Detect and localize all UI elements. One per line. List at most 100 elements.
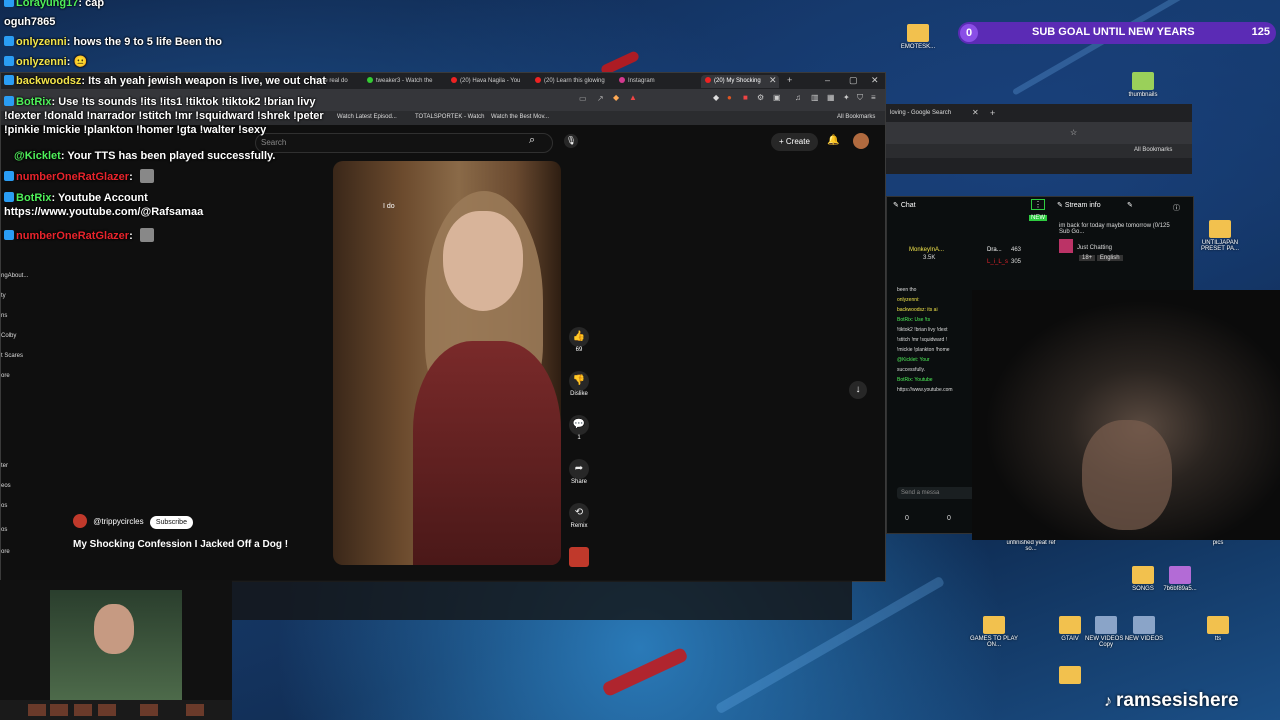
comments-button[interactable]: 💬 1 <box>561 415 597 441</box>
new-tab-icon[interactable]: + <box>990 108 995 118</box>
taskbar-app[interactable] <box>186 704 204 716</box>
maximize-icon[interactable]: ▢ <box>849 75 858 86</box>
sidebar-item[interactable]: ty <box>1 293 6 299</box>
sidebar-icon[interactable]: ▥ <box>811 93 819 102</box>
ext-icon[interactable]: ■ <box>743 93 748 102</box>
desktop-icon[interactable]: thumbnails <box>1115 72 1171 98</box>
next-video-icon[interactable]: ↓ <box>849 381 867 399</box>
taskbar-app[interactable] <box>98 704 116 716</box>
desktop-icon[interactable]: UNTILJAPAN PRESET PA... <box>1192 220 1248 252</box>
sidebar-item[interactable]: os <box>1 503 7 509</box>
sound-thumb[interactable] <box>561 547 597 567</box>
desktop-icon[interactable] <box>1042 666 1098 686</box>
viewer-b[interactable]: Dra... <box>987 247 1002 253</box>
bookmark-3[interactable]: Watch the Best Mov... <box>491 114 549 120</box>
video-title[interactable]: My Shocking Confession I Jacked Off a Do… <box>73 539 288 550</box>
edit-icon[interactable]: ✎ <box>1127 201 1133 209</box>
channel-name[interactable]: @trippycircles <box>93 517 143 526</box>
viewer-a-count: 3.5K <box>923 255 936 261</box>
thumbs-up-icon: 👍 <box>569 327 589 347</box>
share-button[interactable]: ➦ Share <box>561 459 597 485</box>
address-bar[interactable] <box>886 122 1192 144</box>
sidebar-item[interactable]: t Scares <box>1 353 23 359</box>
desktop-icon[interactable]: EMOTESK... <box>890 24 946 50</box>
subscribe-button[interactable]: Subscribe <box>149 516 193 529</box>
new-tab-icon[interactable]: + <box>787 75 792 85</box>
ext-icon[interactable]: ◆ <box>713 93 719 102</box>
minimize-icon[interactable]: – <box>825 75 830 85</box>
avatar[interactable] <box>853 133 869 149</box>
chat-tab[interactable]: ✎ Chat <box>893 201 916 209</box>
sidebar-item[interactable]: ns <box>1 313 7 319</box>
mic-icon[interactable]: 🎙 <box>564 134 578 148</box>
tab-5[interactable]: Instagram <box>619 75 695 88</box>
tab-2[interactable]: tweaker3 - Watch the <box>367 75 441 88</box>
more-icon[interactable]: ⋮ <box>1031 199 1045 210</box>
screen-icon[interactable]: ▭ <box>579 94 587 103</box>
chat-message: numberOneRatGlazer: <box>4 228 154 242</box>
like-button[interactable]: 👍 69 <box>561 327 597 353</box>
chat-message: Lorayung17: cap <box>4 0 104 9</box>
ext-icon[interactable]: ▣ <box>773 93 781 102</box>
channel-avatar[interactable] <box>73 514 87 528</box>
stream-info-tab[interactable]: ✎ Stream info <box>1057 201 1101 209</box>
ext-icon[interactable]: ⚙ <box>757 93 764 102</box>
google-browser-window[interactable]: loving - Google Search ✕ + ☆ All Bookmar… <box>886 104 1192 174</box>
chat-message: backwoodsz: Its ah yeah jewish weapon is… <box>4 75 326 87</box>
close-window-icon[interactable]: ✕ <box>871 75 879 86</box>
send-message-input[interactable]: Send a messa <box>897 487 977 499</box>
desktop-icon[interactable]: 7b6bf89a5... <box>1152 566 1208 592</box>
sidebar-item[interactable]: ngAbout... <box>1 273 28 279</box>
goal-target: 125 <box>1251 26 1270 38</box>
desktop-icon[interactable]: unfinished yeat ref so... <box>1003 540 1059 552</box>
close-tab-icon[interactable]: ✕ <box>769 75 777 86</box>
chat-message: https://www.youtube.com/@Rafsamaa <box>4 206 204 218</box>
brave-icon[interactable]: ◆ <box>613 93 619 102</box>
bell-icon[interactable]: 🔔 <box>827 135 839 146</box>
desktop-icon[interactable]: NEW VIDEOS <box>1116 616 1172 642</box>
ext-icon[interactable]: ✦ <box>843 93 850 102</box>
taskbar-app[interactable] <box>50 704 68 716</box>
create-button[interactable]: + Create <box>771 133 818 151</box>
share-icon[interactable]: ↗ <box>597 94 604 103</box>
sidebar-item[interactable]: ter <box>1 463 8 469</box>
ext-icon[interactable]: ▦ <box>827 93 835 102</box>
google-tab[interactable]: loving - Google Search <box>890 110 951 116</box>
taskbar-app[interactable] <box>140 704 158 716</box>
sidebar-item[interactable]: ore <box>1 549 10 555</box>
taskbar-app[interactable] <box>74 704 92 716</box>
tab-4[interactable]: (20) Learn this glowing <box>535 75 611 88</box>
info-icon[interactable]: ⓘ <box>1173 203 1180 213</box>
sidebar-item[interactable]: Colby <box>1 333 16 339</box>
viewer-c[interactable]: L_i_L_s <box>987 259 1008 265</box>
youtube-browser-window[interactable]: these real do tweaker3 - Watch the (20) … <box>0 72 886 582</box>
desktop-icon[interactable]: pics <box>1190 540 1246 546</box>
shorts-video-player[interactable]: I do <box>333 161 561 565</box>
vpn-icon[interactable]: ⛉ <box>857 93 863 103</box>
sidebar-item[interactable]: os <box>1 527 7 533</box>
menu-icon[interactable]: ≡ <box>871 93 876 102</box>
ext-icon[interactable]: ● <box>727 93 732 102</box>
music-icon[interactable]: ♫ <box>795 93 801 102</box>
viewer-a[interactable]: MonkeyInA... <box>909 247 944 253</box>
chat-message: BotRix: Use !ts sounds !its !its1 !tikto… <box>4 96 324 136</box>
rewards-icon[interactable]: ▲ <box>629 93 637 102</box>
bookmark-1[interactable]: Watch Latest Episod... <box>337 114 397 120</box>
remix-button[interactable]: ⟲ Remix <box>561 503 597 529</box>
video-thumbnail[interactable] <box>50 590 182 700</box>
sidebar-item[interactable]: ore <box>1 373 10 379</box>
all-bookmarks[interactable]: All Bookmarks <box>1134 147 1172 153</box>
sidebar-item[interactable]: eos <box>1 483 11 489</box>
close-tab-icon[interactable]: ✕ <box>972 108 979 117</box>
dislike-button[interactable]: 👎 Dislike <box>561 371 597 397</box>
desktop-icon[interactable]: tts <box>1190 616 1246 642</box>
taskbar-app[interactable] <box>28 704 46 716</box>
channel-row: @trippycircles Subscribe <box>73 514 193 529</box>
tab-active[interactable]: (20) My Shocking <box>701 75 779 88</box>
desktop-icon[interactable]: GAMES TO PLAY ON... <box>966 616 1022 648</box>
tab-3[interactable]: (20) Hava Nagila - You <box>451 75 527 88</box>
all-bookmarks[interactable]: All Bookmarks <box>837 114 875 120</box>
search-icon[interactable]: ⌕ <box>529 134 535 147</box>
star-icon[interactable]: ☆ <box>1070 128 1077 137</box>
bookmark-2[interactable]: TOTALSPORTEK - Watch <box>415 114 484 120</box>
